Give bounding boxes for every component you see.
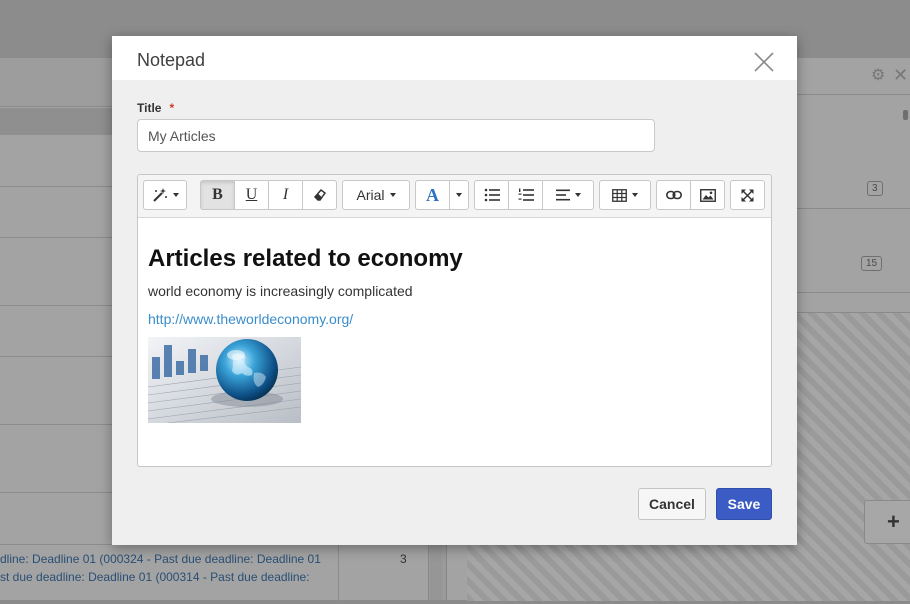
unordered-list-button[interactable] bbox=[474, 180, 509, 210]
color-group: A bbox=[415, 180, 469, 210]
unordered-list-icon bbox=[484, 188, 500, 202]
notepad-dialog: Notepad Title * My Articles B U I Arial … bbox=[112, 36, 797, 545]
style-group bbox=[143, 180, 187, 210]
background-row-count: 3 bbox=[400, 552, 407, 566]
globe-image bbox=[148, 337, 301, 423]
count-badge: 15 bbox=[861, 256, 883, 271]
cancel-button[interactable]: Cancel bbox=[638, 488, 706, 520]
view-group bbox=[730, 180, 765, 210]
add-button: + bbox=[864, 500, 910, 544]
insert-group bbox=[656, 180, 725, 210]
picture-icon bbox=[699, 188, 716, 202]
editor-content-area[interactable]: Articles related to economy world econom… bbox=[148, 217, 761, 466]
underline-button[interactable]: U bbox=[234, 180, 269, 210]
chevron-down-icon bbox=[456, 193, 462, 197]
close-button[interactable] bbox=[752, 50, 776, 74]
font-color-dropdown[interactable] bbox=[449, 180, 469, 210]
italic-button[interactable]: I bbox=[268, 180, 303, 210]
dialog-title: Notepad bbox=[137, 50, 206, 70]
background-scroll-thumb bbox=[903, 110, 908, 120]
count-badge: 3 bbox=[867, 181, 883, 196]
format-group: B U I bbox=[200, 180, 337, 210]
font-group: Arial bbox=[342, 180, 410, 210]
save-button[interactable]: Save bbox=[716, 488, 772, 520]
close-icon: ✕ bbox=[893, 65, 909, 85]
font-family-dropdown[interactable]: Arial bbox=[342, 180, 410, 210]
ordered-list-button[interactable] bbox=[508, 180, 543, 210]
style-dropdown-button[interactable] bbox=[143, 180, 187, 210]
content-heading: Articles related to economy bbox=[148, 245, 463, 272]
font-color-button[interactable]: A bbox=[415, 180, 450, 210]
content-link[interactable]: http://www.theworldeconomy.org/ bbox=[148, 311, 353, 327]
required-marker: * bbox=[169, 101, 175, 115]
fullscreen-icon bbox=[741, 189, 754, 201]
font-family-label: Arial bbox=[356, 187, 385, 203]
rich-text-editor: B U I Arial A Articles related to econom… bbox=[137, 174, 772, 467]
paragraph-group bbox=[474, 180, 594, 210]
gear-icon: ⚙ bbox=[871, 67, 886, 84]
fullscreen-button[interactable] bbox=[730, 180, 765, 210]
title-label-text: Title bbox=[137, 101, 162, 115]
table-group bbox=[599, 180, 651, 210]
link-icon bbox=[665, 190, 682, 200]
title-label: Title * bbox=[137, 101, 174, 115]
title-input[interactable] bbox=[137, 119, 655, 152]
close-icon bbox=[754, 52, 774, 72]
eraser-icon bbox=[313, 188, 326, 201]
clear-format-button[interactable] bbox=[302, 180, 337, 210]
background-row-text: st due deadline: Deadline 01 (000314 - P… bbox=[0, 570, 310, 584]
align-left-icon bbox=[555, 189, 570, 201]
bold-button[interactable]: B bbox=[200, 180, 235, 210]
table-icon bbox=[612, 188, 627, 202]
chevron-down-icon bbox=[389, 193, 396, 197]
dialog-header: Notepad bbox=[112, 36, 797, 80]
divider bbox=[338, 544, 339, 604]
ordered-list-icon bbox=[518, 188, 534, 201]
chevron-down-icon bbox=[574, 193, 581, 197]
insert-picture-button[interactable] bbox=[690, 180, 725, 210]
chevron-down-icon bbox=[632, 193, 638, 197]
magic-wand-icon bbox=[152, 188, 167, 202]
insert-link-button[interactable] bbox=[656, 180, 691, 210]
editor-toolbar: B U I Arial A bbox=[138, 175, 771, 218]
content-paragraph: world economy is increasingly complicate… bbox=[148, 283, 413, 299]
background-row-text: dline: Deadline 01 (000324 - Past due de… bbox=[0, 552, 321, 566]
table-dropdown-button[interactable] bbox=[599, 180, 651, 210]
chevron-down-icon bbox=[172, 193, 179, 197]
align-dropdown-button[interactable] bbox=[542, 180, 594, 210]
